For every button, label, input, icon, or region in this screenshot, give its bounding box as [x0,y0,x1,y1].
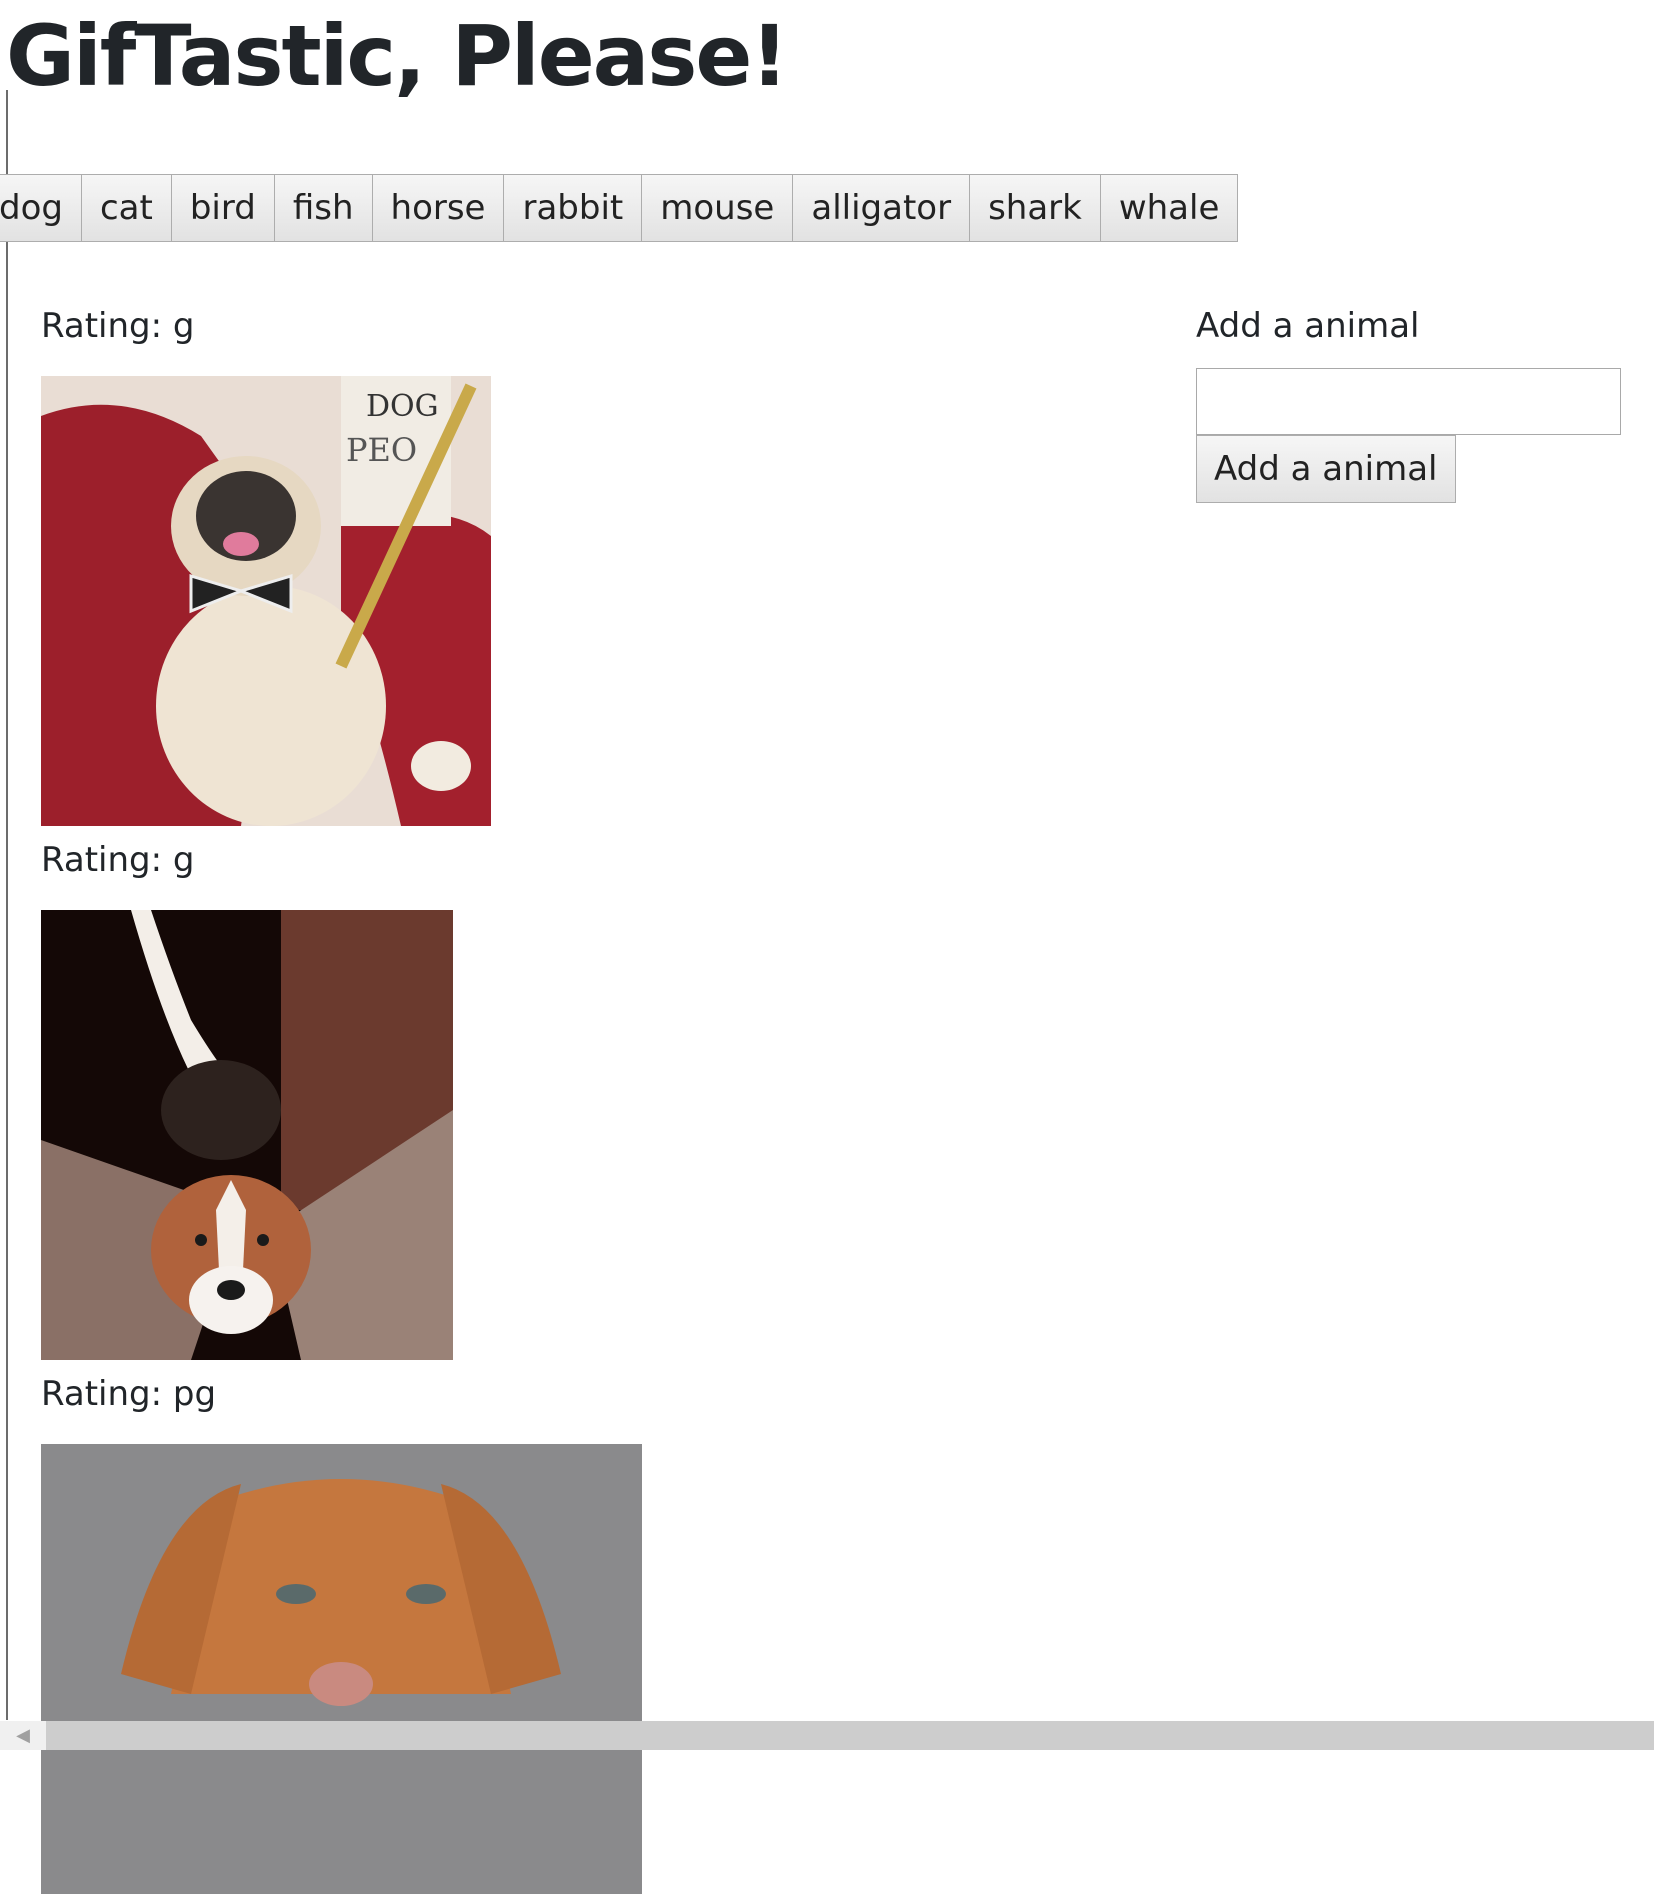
terrier-couch-gif[interactable] [41,910,453,1360]
pug-bowtie-gif[interactable]: DOG PEO [41,376,491,826]
animal-button-whale[interactable]: whale [1100,174,1239,242]
animal-button-alligator[interactable]: alligator [793,174,971,242]
svg-text:DOG: DOG [366,389,439,424]
gif-rating: Rating: pg [41,1374,217,1414]
animal-button-cat[interactable]: cat [81,174,172,242]
animal-button-fish[interactable]: fish [274,174,373,242]
gif-item: Rating: pg [41,1368,1141,1894]
horizontal-scrollbar[interactable]: ◀ [0,1721,1654,1750]
gif-rating: Rating: g [41,840,195,880]
scroll-left-arrow-icon[interactable]: ◀ [0,1721,46,1750]
animal-button-bar: dog cat bird fish horse rabbit mouse alligator s… [0,174,1239,242]
animal-button-shark[interactable]: shark [970,174,1101,242]
animal-button-rabbit[interactable]: rabbit [504,174,643,242]
animal-button-dog[interactable]: dog [0,174,82,242]
gif-item: Rating: g [41,834,1141,1360]
window-left-edge [6,90,8,1720]
animal-button-mouse[interactable]: mouse [642,174,794,242]
animal-input[interactable] [1196,368,1621,435]
add-animal-form: Add a animal Add a animal [1196,300,1621,503]
animal-button-bird[interactable]: bird [171,174,275,242]
animal-button-horse[interactable]: horse [372,174,505,242]
svg-text:PEO: PEO [346,431,417,469]
add-animal-button[interactable]: Add a animal [1196,435,1456,503]
puppy-face-gif[interactable] [41,1444,642,1894]
add-animal-label: Add a animal [1196,306,1420,346]
gif-list: Rating: g DOG PEO Rating: g Rating: pg [41,300,1141,1902]
page-title: GifTastic, Please! [6,7,789,105]
gif-rating: Rating: g [41,306,195,346]
gif-item: Rating: g DOG PEO [41,300,1141,826]
